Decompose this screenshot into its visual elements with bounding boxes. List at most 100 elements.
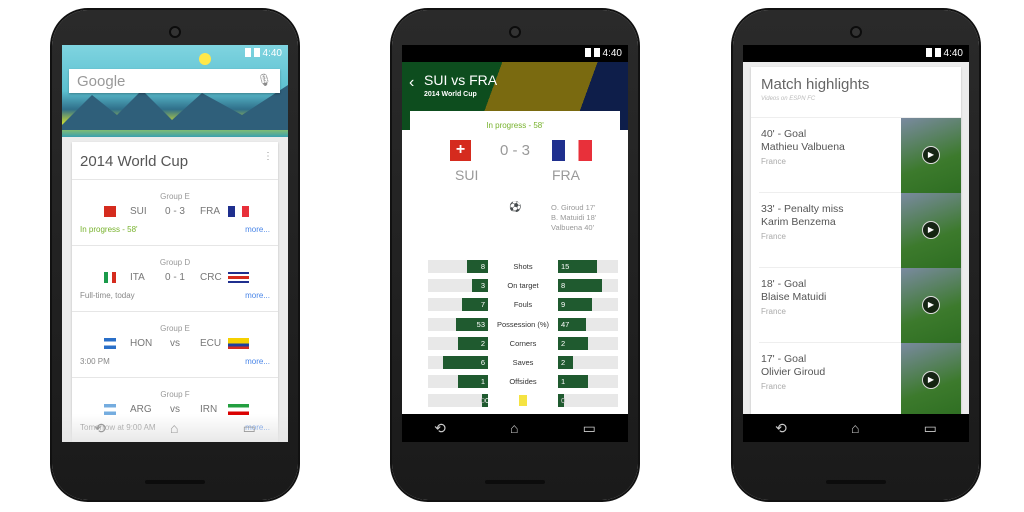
clock: 4:40 [602, 48, 622, 59]
home-stat-value: 8 [467, 260, 488, 273]
highlight-event: 18' - Goal [761, 278, 807, 290]
highlight-item[interactable]: 33' - Penalty miss Karim Benzema France ▶ [759, 193, 961, 268]
away-team: ECU [200, 338, 222, 349]
match-status: Full-time, today [80, 291, 135, 300]
scorer: Valbuena 40' [551, 223, 594, 232]
home-icon[interactable]: ⌂ [170, 420, 178, 436]
search-placeholder: Google [77, 73, 126, 90]
overflow-menu-icon[interactable]: ⋮ [263, 151, 273, 162]
match-group: Group D [159, 258, 191, 267]
back-icon[interactable]: ⟲ [94, 420, 106, 437]
away-team: CRC [200, 272, 222, 283]
nav-bar: ⟲ ⌂ ▭ [743, 414, 969, 442]
highlight-team: France [761, 232, 786, 241]
status-bar: 4:40 [402, 45, 628, 62]
phone-google-now: 4:40 Google 🎙 2014 World Cup ⋮ Group E S… [52, 10, 298, 500]
match-group: Group F [160, 390, 190, 399]
yellow-card-icon [519, 395, 527, 407]
away-stat-value: 15 [558, 260, 598, 273]
stat-label: Shots [513, 262, 533, 271]
video-thumbnail[interactable]: ▶ [901, 118, 961, 193]
video-thumbnail[interactable]: ▶ [901, 343, 961, 418]
match-card: In progress - 58' + 0 - 3 SUI FRA ⚽ O. G… [410, 111, 620, 421]
home-stat-bar: 7 [428, 298, 488, 312]
video-thumbnail[interactable]: ▶ [901, 193, 961, 268]
home-icon[interactable]: ⌂ [510, 420, 518, 436]
status-bar: 4:40 [743, 45, 969, 62]
highlight-player: Mathieu Valbuena [761, 141, 845, 153]
phone-highlights: 4:40 Match highlights Videos on ESPN FC … [733, 10, 979, 500]
away-team: FRA [200, 206, 220, 217]
battery-icon [593, 48, 600, 57]
highlight-team: France [761, 307, 786, 316]
clock: 4:40 [262, 48, 282, 59]
home-stat-value: 3 [471, 279, 488, 293]
match-group: Group E [160, 324, 190, 333]
ecu-flag-icon [228, 338, 249, 349]
home-stat-value: 7 [461, 298, 488, 312]
phone-match-detail: ‹ SUI vs FRA 2014 World Cup 4:40 In prog… [392, 10, 638, 500]
stat-row: 2 Corners 2 [428, 336, 618, 350]
back-button[interactable]: ‹ [409, 74, 414, 92]
away-stat-bar: 00 [558, 394, 618, 408]
highlight-player: Karim Benzema [761, 216, 836, 228]
more-link[interactable]: more... [245, 225, 270, 234]
away-stat-value: 2 [558, 356, 573, 369]
back-icon[interactable]: ⟲ [775, 420, 787, 437]
home-stat-bar: 53 [428, 317, 488, 331]
recents-icon[interactable]: ▭ [243, 420, 256, 437]
nav-bar: ⟲ ⌂ ▭ [62, 414, 288, 442]
match-row[interactable]: Group E HON vs ECU 3:00 PM more... [72, 312, 278, 378]
speaker [485, 480, 545, 484]
clock: 4:40 [943, 48, 963, 59]
screen: ‹ SUI vs FRA 2014 World Cup 4:40 In prog… [402, 45, 628, 442]
stat-label: On target [507, 281, 539, 291]
play-icon[interactable]: ▶ [922, 146, 940, 164]
recents-icon[interactable]: ▭ [583, 420, 596, 437]
nav-bar: ⟲ ⌂ ▭ [402, 414, 628, 442]
speaker [145, 480, 205, 484]
match-status: In progress - 58' [80, 225, 138, 234]
stat-row: 3 On target 8 [428, 279, 618, 293]
back-icon[interactable]: ⟲ [434, 420, 446, 437]
play-icon[interactable]: ▶ [922, 371, 940, 389]
signal-icon [584, 48, 591, 57]
home-stat-bar: 6 [428, 356, 488, 369]
stat-row: 00 00 [428, 394, 618, 408]
recents-icon[interactable]: ▭ [924, 420, 937, 437]
camera [169, 26, 181, 38]
scorer: O. Giroud 17' [551, 203, 596, 212]
stat-row: 1 Offsides 1 [428, 375, 618, 389]
mic-icon[interactable]: 🎙 [257, 73, 272, 87]
highlight-item[interactable]: 18' - Goal Blaise Matuidi France ▶ [759, 268, 961, 343]
search-box[interactable]: Google 🎙 [69, 69, 280, 93]
match-row[interactable]: Group D ITA 0 - 1 CRC Full-time, today m… [72, 246, 278, 312]
fra-flag-icon [228, 206, 249, 217]
play-icon[interactable]: ▶ [922, 221, 940, 239]
more-link[interactable]: more... [245, 357, 270, 366]
stat-row: 7 Fouls 9 [428, 298, 618, 312]
away-stat-bar: 47 [558, 317, 618, 331]
stat-row: 53 Possession (%) 47 [428, 317, 618, 331]
home-stat-bar: 1 [428, 375, 488, 389]
home-stat-value: 0 [480, 396, 485, 406]
more-link[interactable]: more... [245, 291, 270, 300]
screen: 4:40 Match highlights Videos on ESPN FC … [743, 45, 969, 442]
play-icon[interactable]: ▶ [922, 296, 940, 314]
highlight-player: Blaise Matuidi [761, 291, 827, 303]
card-subtitle: Videos on ESPN FC [761, 96, 816, 102]
stat-label: Corners [509, 338, 537, 348]
highlight-item[interactable]: 40' - Goal Mathieu Valbuena France ▶ [759, 118, 961, 193]
camera [509, 26, 521, 38]
battery-icon [253, 48, 260, 57]
match-row[interactable]: Group E SUI 0 - 3 FRA In progress - 58' … [72, 180, 278, 246]
highlight-item[interactable]: 17' - Goal Olivier Giroud France ▶ [759, 343, 961, 418]
stat-row: 6 Saves 2 [428, 356, 618, 369]
away-stat-value: 0 [561, 396, 566, 406]
match-status: In progress - 58' [486, 121, 544, 130]
home-team: SUI [455, 167, 479, 183]
home-icon[interactable]: ⌂ [851, 420, 859, 436]
video-thumbnail[interactable]: ▶ [901, 268, 961, 343]
highlight-team: France [761, 382, 786, 391]
away-stat-value: 9 [558, 298, 592, 312]
